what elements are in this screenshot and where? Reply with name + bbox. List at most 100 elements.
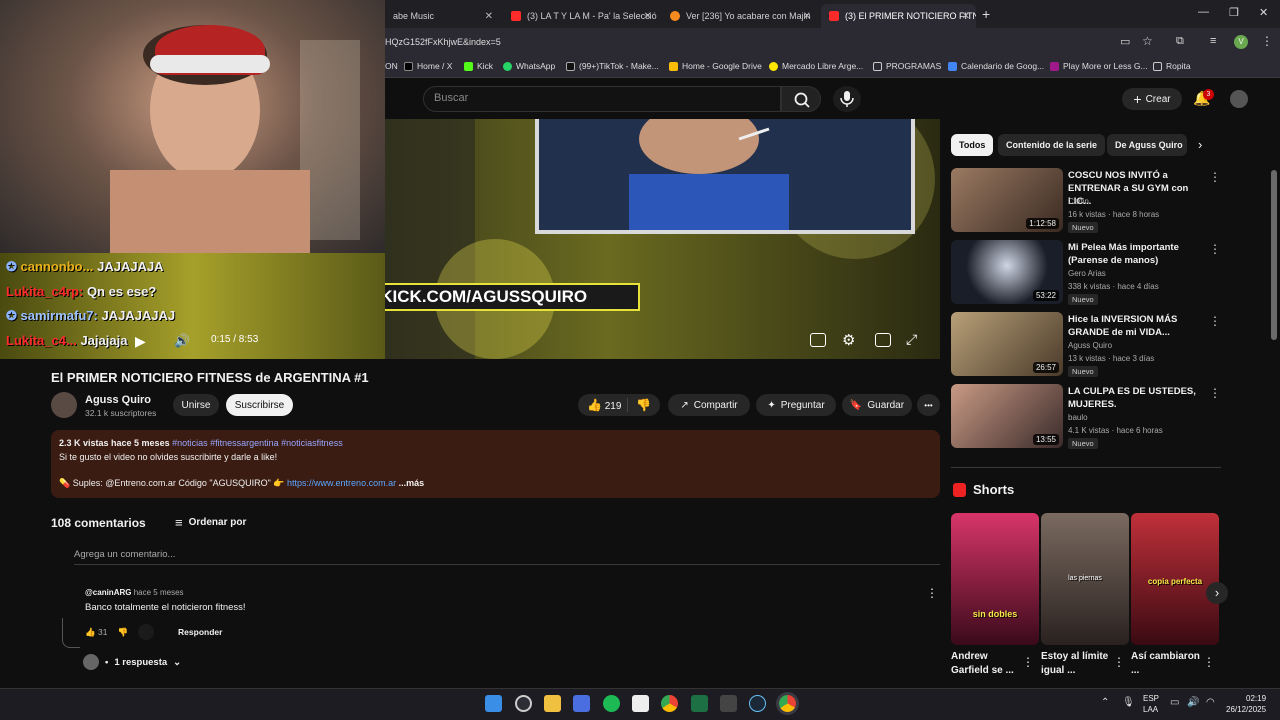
short-menu-icon[interactable]: ⋮ — [1022, 655, 1034, 669]
channel-name[interactable]: Aguss Quiro — [85, 394, 151, 406]
chip-todos[interactable]: Todos — [951, 134, 994, 156]
short-title[interactable]: Estoy al límite igual ... — [1041, 650, 1113, 678]
related-video-title[interactable]: COSCU NOS INVITÓ a ENTRENAR a SU GYM con… — [1068, 169, 1208, 208]
capcut-icon[interactable] — [632, 695, 649, 712]
ask-button[interactable]: ✦ Preguntar — [756, 394, 836, 416]
replies-toggle[interactable]: • 1 respuesta ⌄ — [83, 654, 181, 670]
video-thumbnail[interactable]: 1:12:58 — [951, 168, 1063, 232]
video-menu-icon[interactable]: ⋮ — [1209, 386, 1221, 400]
chip-de-aguss-quiro[interactable]: De Aguss Quiro — [1107, 134, 1187, 156]
description-box[interactable]: 2.3 K vistas hace 5 meses #noticias #fit… — [51, 430, 940, 498]
minimize-icon[interactable]: — — [1198, 6, 1209, 18]
related-video-title[interactable]: Hice la INVERSION MÁS GRANDE de mi VIDA.… — [1068, 313, 1208, 339]
share-button[interactable]: ↗ Compartir — [668, 394, 750, 416]
browser-menu-icon[interactable]: ⋮ — [1261, 34, 1273, 48]
like-button[interactable]: 👍 219 — [587, 398, 621, 412]
short-title[interactable]: Andrew Garfield se ... — [951, 650, 1023, 678]
profile-avatar[interactable]: V — [1234, 35, 1248, 49]
cast-icon[interactable]: ▭ — [1120, 35, 1130, 48]
create-button[interactable]: + Crear — [1122, 88, 1182, 110]
search-button[interactable] — [781, 86, 821, 112]
bookmark-item[interactable]: Play More or Less G... — [1050, 61, 1148, 71]
bookmark-item[interactable]: Home - Google Drive — [669, 61, 762, 71]
close-tab-icon[interactable]: ✕ — [962, 11, 970, 22]
tab-majin[interactable]: Ver [236] Yo acabare con Majin ✕ — [662, 4, 817, 28]
new-tab-icon[interactable]: + — [982, 6, 990, 22]
short-menu-icon[interactable]: ⋮ — [1203, 655, 1215, 669]
comment-menu-icon[interactable]: ⋮ — [926, 586, 938, 600]
related-video-title[interactable]: Mi Pelea Más importante (Parense de mano… — [1068, 241, 1208, 267]
bookmark-item[interactable]: WhatsApp — [503, 61, 555, 71]
related-video[interactable]: 26:57 Hice la INVERSION MÁS GRANDE de mi… — [951, 312, 1221, 377]
battery-icon[interactable]: ▭ — [1170, 697, 1179, 708]
show-more-link[interactable]: ...más — [399, 478, 425, 488]
bookmark-item[interactable]: ON — [385, 61, 398, 71]
shorts-next-button[interactable]: › — [1206, 582, 1228, 604]
related-video[interactable]: 13:55 LA CULPA ES DE USTEDES, MUJERES. b… — [951, 384, 1221, 449]
video-thumbnail[interactable]: 26:57 — [951, 312, 1063, 376]
video-thumbnail[interactable]: 13:55 — [951, 384, 1063, 448]
tab-music[interactable]: abe Music ✕ — [385, 4, 499, 28]
video-menu-icon[interactable]: ⋮ — [1209, 314, 1221, 328]
subtitles-icon[interactable] — [810, 333, 826, 347]
chevron-right-icon[interactable]: › — [1198, 137, 1202, 152]
account-avatar[interactable] — [1230, 90, 1248, 108]
hashtags[interactable]: #noticias #fitnessargentina #noticiasfit… — [172, 438, 343, 448]
url-field[interactable]: HQzG152fFxKhjwE&index=5 — [385, 37, 501, 47]
save-button[interactable]: 🔖 Guardar — [842, 394, 912, 416]
settings-gear-icon[interactable]: ⚙ — [842, 331, 855, 349]
restore-icon[interactable]: ❐ — [1229, 6, 1239, 19]
tab-la-t-y-la-m[interactable]: (3) LA T Y LA M - Pa' la Selecció ✕ — [503, 4, 658, 28]
file-explorer-icon[interactable] — [544, 695, 561, 712]
tray-chevron-up-icon[interactable]: ⌃ — [1101, 697, 1109, 708]
excel-icon[interactable] — [691, 695, 708, 712]
bookmark-item[interactable]: (99+)TikTok - Make... — [566, 61, 659, 71]
play-icon[interactable]: ▶ — [135, 333, 146, 350]
tab-active-noticiero[interactable]: (3) El PRIMER NOTICIERO FITNE ✕ — [821, 4, 976, 28]
related-video[interactable]: 1:12:58 COSCU NOS INVITÓ a ENTRENAR a SU… — [951, 168, 1221, 233]
fullscreen-icon[interactable]: ⤢ — [906, 331, 917, 348]
close-tab-icon[interactable]: ✕ — [485, 11, 493, 22]
video-thumbnail[interactable]: 53:22 — [951, 240, 1063, 304]
epic-games-icon[interactable] — [720, 695, 737, 712]
widgets-icon[interactable] — [515, 695, 532, 712]
store-icon[interactable] — [573, 695, 590, 712]
system-clock[interactable]: 02:19 26/12/2025 — [1226, 693, 1266, 715]
sponsor-link[interactable]: https://www.entreno.com.ar — [287, 478, 396, 488]
close-tab-icon[interactable]: ✕ — [803, 11, 811, 22]
related-video-channel[interactable]: Canin — [1068, 197, 1089, 206]
join-button[interactable]: Unirse — [173, 394, 219, 416]
dislike-button[interactable]: 👎 — [627, 398, 651, 412]
related-video-channel[interactable]: Aguss Quiro — [1068, 341, 1112, 350]
comment-dislike-icon[interactable]: 👎 — [117, 627, 128, 638]
related-video-channel[interactable]: Gero Arias — [1068, 269, 1106, 278]
short-menu-icon[interactable]: ⋮ — [1113, 655, 1125, 669]
bookmark-folder[interactable]: PROGRAMAS — [873, 61, 941, 71]
steam-icon[interactable] — [749, 695, 766, 712]
bookmark-item[interactable]: Calendario de Goog... — [948, 61, 1044, 71]
volume-icon[interactable]: 🔊 — [174, 333, 190, 349]
chip-serie[interactable]: Contenido de la serie — [998, 134, 1106, 156]
extensions-icon[interactable]: ⧉ — [1176, 35, 1184, 48]
channel-avatar[interactable] — [51, 392, 77, 418]
voice-search-button[interactable] — [833, 86, 861, 112]
video-menu-icon[interactable]: ⋮ — [1209, 170, 1221, 184]
close-window-icon[interactable]: ✕ — [1259, 6, 1268, 19]
language-indicator[interactable]: ESP LAA — [1143, 693, 1159, 715]
chrome-icon[interactable] — [661, 695, 678, 712]
subscribe-button[interactable]: Suscribirse — [226, 394, 293, 416]
microphone-tray-icon[interactable]: 🎙 — [1122, 697, 1135, 708]
more-actions-button[interactable]: ••• — [917, 394, 940, 416]
spotify-icon[interactable] — [603, 695, 620, 712]
wifi-icon[interactable]: ◠ — [1206, 697, 1215, 708]
media-icon[interactable]: ≡ — [1210, 35, 1216, 47]
bookmark-folder[interactable]: Ropita — [1153, 61, 1191, 71]
short-title[interactable]: Así cambiaron ... — [1131, 650, 1203, 678]
short-thumbnail[interactable]: sin dobles — [951, 513, 1039, 645]
related-video[interactable]: 53:22 Mi Pelea Más importante (Parense d… — [951, 240, 1221, 305]
close-tab-icon[interactable]: ✕ — [644, 11, 652, 22]
bookmark-item[interactable]: Kick — [464, 61, 493, 71]
short-thumbnail[interactable]: copia perfecta — [1131, 513, 1219, 645]
related-video-channel[interactable]: baulo — [1068, 413, 1088, 422]
speaker-icon[interactable]: 🔊 — [1187, 697, 1199, 708]
